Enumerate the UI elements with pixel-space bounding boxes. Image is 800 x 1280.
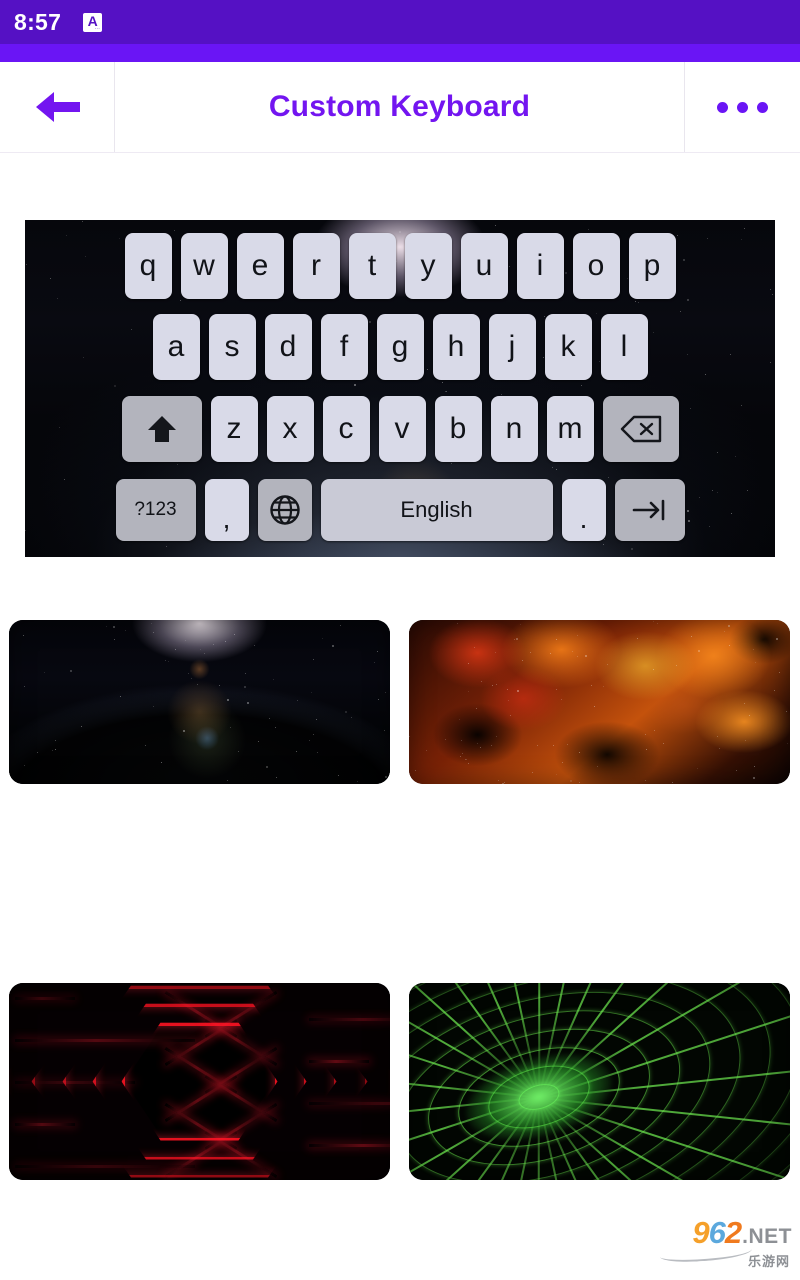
more-horizontal-icon — [717, 101, 728, 113]
key-c[interactable]: c — [322, 395, 370, 462]
page-title-container: Custom Keyboard — [115, 62, 684, 152]
key-language-switch[interactable] — [257, 478, 312, 541]
keyboard-preview[interactable]: q w e r t y u i o p a s d f g h j k l z … — [25, 220, 775, 557]
key-y[interactable]: y — [404, 233, 452, 300]
back-button[interactable] — [0, 62, 115, 152]
key-b[interactable]: b — [434, 395, 482, 462]
key-l[interactable]: l — [600, 314, 648, 381]
key-w[interactable]: w — [180, 233, 228, 300]
keyboard-rows: q w e r t y u i o p a s d f g h j k l z … — [25, 220, 775, 557]
key-x[interactable]: x — [266, 395, 314, 462]
key-k[interactable]: k — [544, 314, 592, 381]
key-p[interactable]: p — [628, 233, 676, 300]
key-g[interactable]: g — [376, 314, 424, 381]
key-s[interactable]: s — [208, 314, 256, 381]
more-horizontal-icon — [757, 101, 768, 113]
key-enter[interactable] — [614, 478, 685, 541]
app-bar-divider — [0, 152, 800, 153]
watermark-swoosh — [659, 1242, 753, 1264]
keyboard-row-2: a s d f g h j k l — [25, 313, 775, 381]
theme-thumbnail-planet[interactable] — [9, 620, 390, 784]
key-u[interactable]: u — [460, 233, 508, 300]
keyboard-row-4: ?123 , English . — [25, 476, 775, 544]
key-v[interactable]: v — [378, 395, 426, 462]
more-horizontal-icon — [737, 101, 748, 113]
key-j[interactable]: j — [488, 314, 536, 381]
key-n[interactable]: n — [490, 395, 538, 462]
keyboard-row-3: z x c v b n m — [25, 395, 775, 463]
key-r[interactable]: r — [292, 233, 340, 300]
backspace-icon — [619, 414, 663, 444]
watermark-cn-text: 乐游网 — [747, 1253, 790, 1269]
theme-thumbnail-nebula[interactable] — [409, 620, 790, 784]
key-f[interactable]: f — [320, 314, 368, 381]
key-t[interactable]: t — [348, 233, 396, 300]
theme-thumbnail-wireframe-vortex[interactable] — [409, 983, 790, 1180]
theme-thumbnail-neon-tunnel[interactable] — [9, 983, 390, 1180]
status-bar-time: 8:57 — [14, 8, 62, 35]
key-backspace[interactable] — [602, 395, 679, 462]
key-o[interactable]: o — [572, 233, 620, 300]
theme-art-neon-tunnel — [9, 983, 390, 1180]
key-z[interactable]: z — [210, 395, 258, 462]
page-title: Custom Keyboard — [268, 90, 531, 123]
key-h[interactable]: h — [432, 314, 480, 381]
status-bar: 8:57 A ... — [0, 0, 800, 44]
key-symbols[interactable]: ?123 — [115, 478, 196, 541]
app-icon-subtext: ... — [94, 24, 101, 31]
keyboard-row-1: q w e r t y u i o p — [25, 232, 775, 300]
key-period[interactable]: . — [561, 478, 606, 541]
overflow-menu-button[interactable] — [684, 62, 800, 152]
notification-app-icon: A ... — [83, 12, 103, 32]
key-a[interactable]: a — [152, 314, 200, 381]
shift-arrow-up-icon — [145, 412, 179, 446]
arrow-left-icon — [30, 87, 84, 127]
globe-icon — [268, 493, 302, 527]
key-i[interactable]: i — [516, 233, 564, 300]
accent-strip — [0, 44, 800, 62]
key-q[interactable]: q — [124, 233, 172, 300]
watermark-digit-6: 6 — [708, 1214, 726, 1250]
key-e[interactable]: e — [236, 233, 284, 300]
key-comma[interactable]: , — [204, 478, 249, 541]
site-watermark: 9 6 2 .NET 乐游网 — [654, 1216, 792, 1270]
key-d[interactable]: d — [264, 314, 312, 381]
watermark-digit-9: 9 — [692, 1214, 709, 1250]
app-bar: Custom Keyboard — [0, 62, 800, 152]
key-shift[interactable] — [121, 395, 202, 462]
key-m[interactable]: m — [546, 395, 594, 462]
theme-art-wireframe-vortex — [409, 983, 790, 1180]
tab-next-icon — [630, 496, 670, 524]
key-spacebar[interactable]: English — [320, 478, 553, 541]
